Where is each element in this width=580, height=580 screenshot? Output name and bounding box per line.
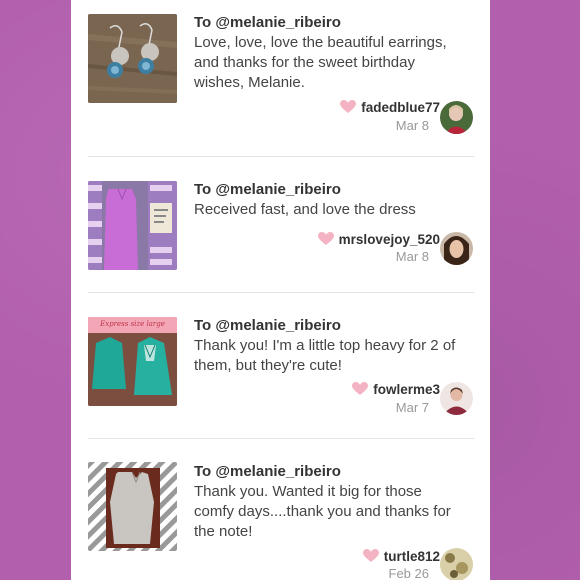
tops-photo[interactable]: Express size large <box>88 317 177 406</box>
username-link[interactable]: mrslovejoy_520 <box>339 232 440 247</box>
earrings-photo[interactable] <box>88 14 177 103</box>
heart-icon <box>352 382 369 395</box>
review-message-line: Love, love, love the beautiful earrings, <box>194 34 447 51</box>
sweater-photo[interactable] <box>88 462 177 551</box>
review-author: turtle812 <box>362 546 440 566</box>
username-link[interactable]: turtle812 <box>384 549 440 564</box>
review-message-line: wishes, Melanie. <box>194 74 305 91</box>
review-author: mrslovejoy_520 <box>317 229 440 249</box>
username-link[interactable]: fadedblue77 <box>361 100 440 115</box>
review-item: Express size large To @melanie_ribeiro T… <box>71 293 490 439</box>
review-item: To @melanie_ribeiro Thank you. Wanted it… <box>71 439 490 580</box>
thumb-caption: Express size large <box>100 320 165 328</box>
review-message-line: and thanks for the sweet birthday <box>194 54 415 71</box>
review-message-line: Received fast, and love the dress <box>194 201 416 218</box>
review-author: fowlerme3 <box>352 379 440 399</box>
review-item: To @melanie_ribeiro Received fast, and l… <box>71 157 490 293</box>
review-message-line: comfy days....thank you and thanks for <box>194 503 451 520</box>
review-message-line: Thank you. Wanted it big for those <box>194 483 422 500</box>
review-date: Mar 7 <box>395 400 429 415</box>
review-recipient: To @melanie_ribeiro <box>194 181 341 198</box>
reviews-panel: To @melanie_ribeiro Love, love, love the… <box>71 0 490 580</box>
avatar[interactable] <box>440 232 473 265</box>
review-author: fadedblue77 <box>340 97 440 117</box>
review-message-line: Thank you! I'm a little top heavy for 2 … <box>194 337 456 354</box>
avatar[interactable] <box>440 382 473 415</box>
review-item: To @melanie_ribeiro Love, love, love the… <box>71 0 490 157</box>
review-recipient: To @melanie_ribeiro <box>194 463 341 480</box>
review-message-line: them, but they're cute! <box>194 357 342 374</box>
dress-photo[interactable] <box>88 181 177 270</box>
username-link[interactable]: fowlerme3 <box>373 382 440 397</box>
review-message-line: the note! <box>194 523 253 540</box>
review-recipient: To @melanie_ribeiro <box>194 317 341 334</box>
review-date: Feb 26 <box>388 566 429 580</box>
review-recipient: To @melanie_ribeiro <box>194 14 341 31</box>
heart-icon <box>317 232 334 245</box>
review-date: Mar 8 <box>395 118 429 133</box>
avatar[interactable] <box>440 548 473 580</box>
review-date: Mar 8 <box>395 249 429 264</box>
avatar[interactable] <box>440 101 473 134</box>
heart-icon <box>340 100 357 113</box>
heart-icon <box>362 549 379 562</box>
